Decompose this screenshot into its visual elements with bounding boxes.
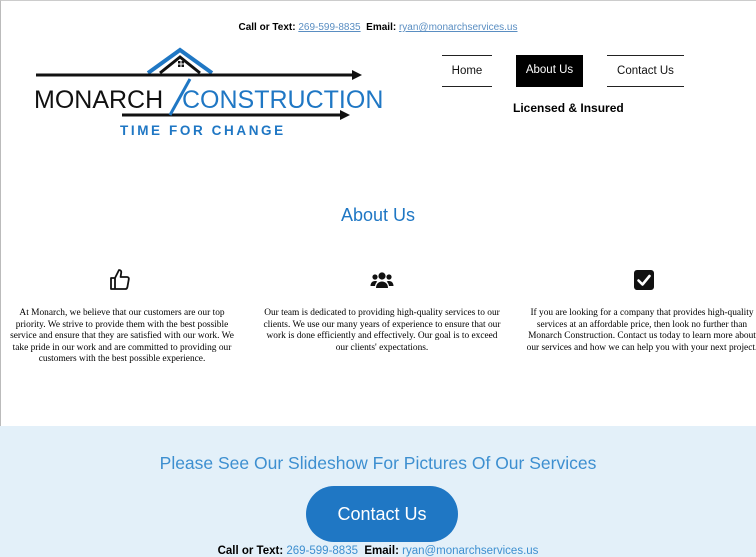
phone-link[interactable]: 269-599-8835 [298, 22, 360, 33]
thumbs-up-icon [108, 268, 132, 292]
about-us-heading: About Us [340, 205, 416, 225]
about-column-customers: At Monarch, we believe that our customer… [10, 308, 234, 365]
about-column-team: Our team is dedicated to providing high-… [263, 308, 501, 353]
main-nav: Home About Us Contact Us [442, 55, 684, 87]
feature-icons [0, 268, 756, 298]
contact-us-button[interactable]: Contact Us [306, 486, 458, 542]
footer-email-link[interactable]: ryan@monarchservices.us [402, 545, 538, 557]
footer-contact-bar: Call or Text: 269-599-8835 Email: ryan@m… [0, 545, 756, 557]
logo-tagline: TIME FOR CHANGE [120, 123, 286, 138]
slideshow-heading: Please See Our Slideshow For Pictures Of… [159, 453, 597, 473]
checkbox-icon [632, 268, 656, 292]
about-column-services: If you are looking for a company that pr… [526, 308, 756, 353]
users-icon [370, 268, 394, 292]
email-label: Email: [366, 22, 397, 33]
nav-contact-us[interactable]: Contact Us [607, 55, 684, 87]
footer-email-label: Email: [364, 545, 399, 557]
logo-word-monarch: MONARCH [34, 86, 163, 114]
call-label: Call or Text: [238, 22, 296, 33]
logo-word-construction: CONSTRUCTION [182, 86, 383, 114]
email-link[interactable]: ryan@monarchservices.us [399, 22, 518, 33]
licensed-insured-text: Licensed & Insured [513, 101, 624, 115]
monarch-construction-logo[interactable]: MONARCH CONSTRUCTION TIME FOR CHANGE [30, 45, 405, 145]
footer-call-label: Call or Text: [217, 545, 284, 557]
nav-home[interactable]: Home [442, 55, 492, 87]
nav-about-us[interactable]: About Us [516, 55, 583, 87]
header-contact-bar: Call or Text: 269-599-8835 Email: ryan@m… [0, 22, 756, 33]
footer-phone-link[interactable]: 269-599-8835 [286, 545, 358, 557]
